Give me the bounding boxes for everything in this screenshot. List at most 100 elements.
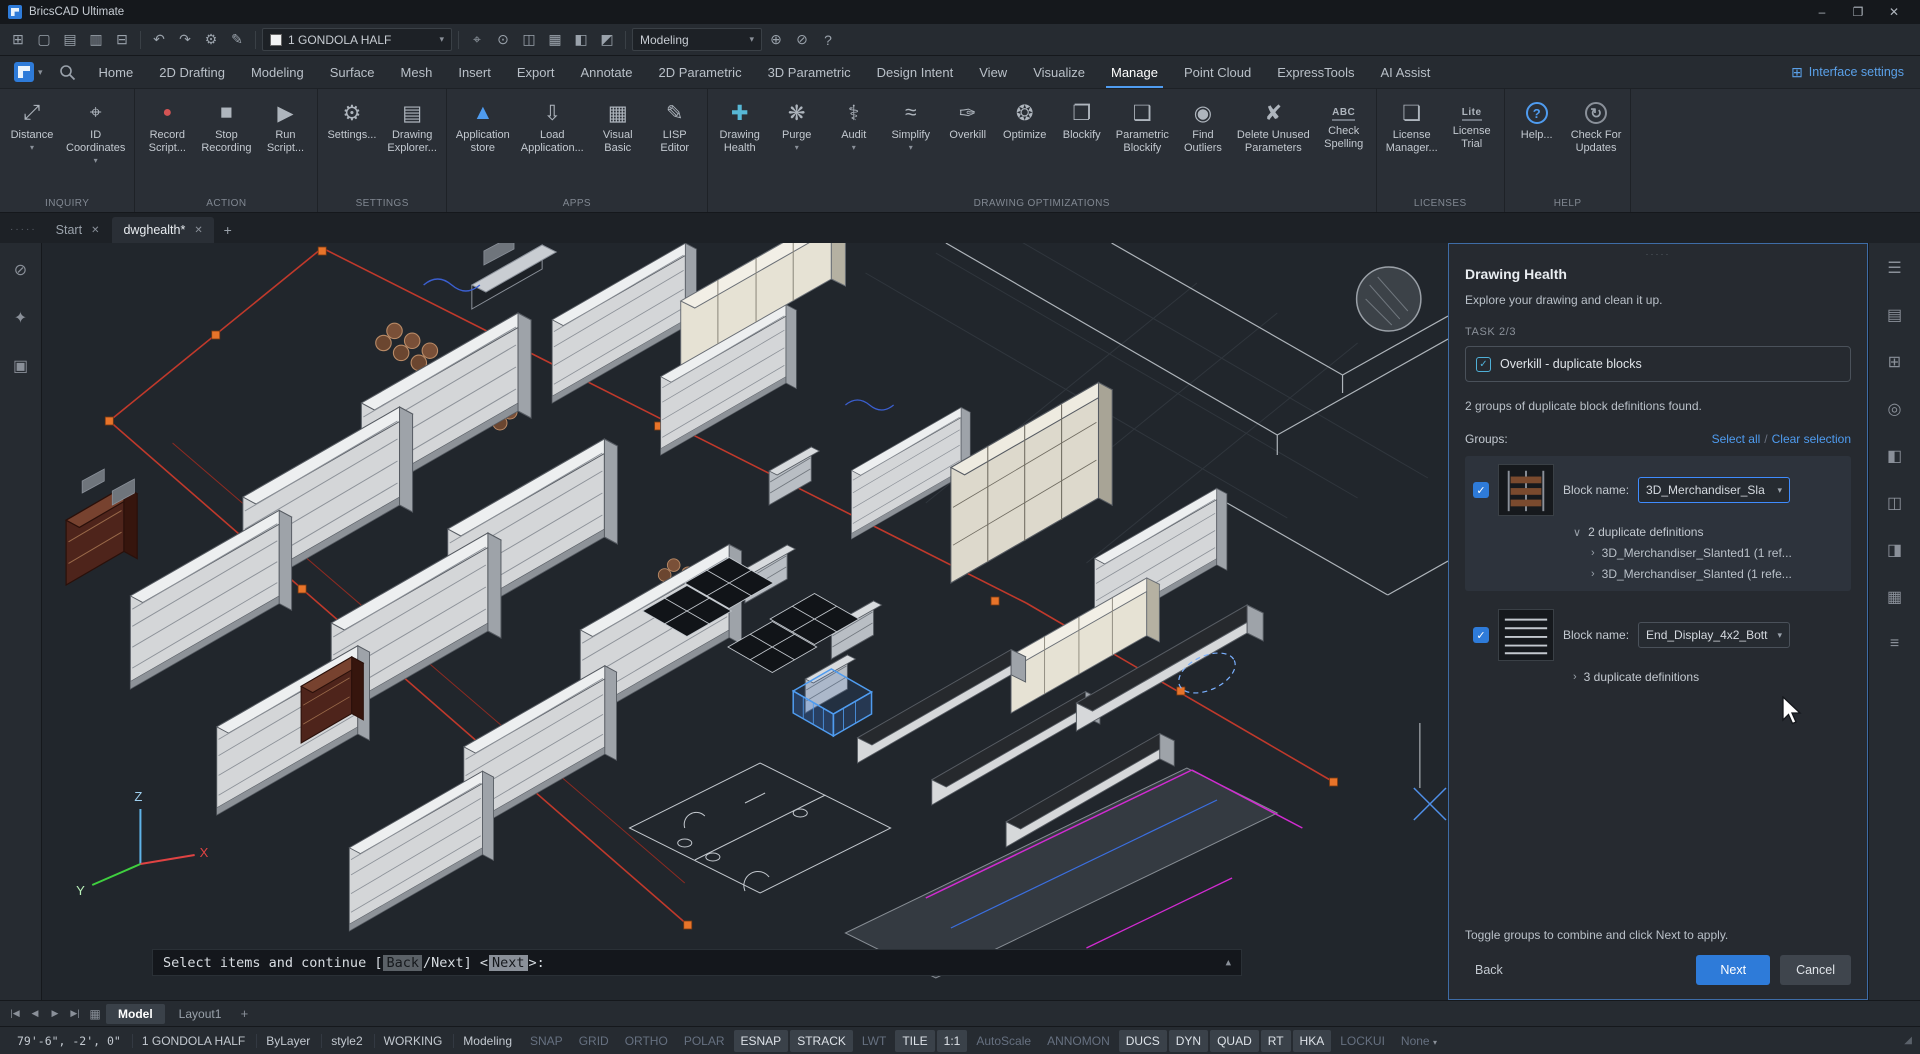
- tab-expresstools[interactable]: ExpressTools: [1264, 56, 1367, 88]
- tab-modeling[interactable]: Modeling: [238, 56, 317, 88]
- blockify-button[interactable]: ❐ Blockify: [1054, 93, 1110, 194]
- new-doc-tab-button[interactable]: +: [216, 217, 240, 243]
- panels-tune-icon[interactable]: ☰: [1882, 255, 1908, 281]
- last-layout-button[interactable]: ▶|: [66, 1004, 84, 1024]
- group-checkbox[interactable]: ✓: [1473, 627, 1489, 643]
- blocks-stack-icon[interactable]: ▣: [8, 353, 34, 379]
- render-panel-icon[interactable]: ◧: [1882, 443, 1908, 469]
- save-file-icon[interactable]: ▥: [84, 28, 108, 52]
- annotate-icon[interactable]: ✎: [225, 28, 249, 52]
- tab-3d-parametric[interactable]: 3D Parametric: [755, 56, 864, 88]
- entity-snap-icon[interactable]: ⊙: [491, 28, 515, 52]
- audit-button[interactable]: ⚕ Audit ▾: [826, 93, 882, 194]
- tags-panel-icon[interactable]: ◨: [1882, 537, 1908, 563]
- add-layout-button[interactable]: +: [235, 1004, 253, 1024]
- selection-modes-dropdown[interactable]: None ▾: [1394, 1030, 1444, 1052]
- tab-surface[interactable]: Surface: [317, 56, 388, 88]
- license-trial-button[interactable]: Lite License Trial: [1444, 93, 1500, 194]
- application-menu-button[interactable]: ▾: [8, 56, 49, 88]
- pan-icon[interactable]: ⊕: [764, 28, 788, 52]
- command-line[interactable]: Select items and continue [Back / Next] < N…: [152, 949, 1242, 976]
- restroom-outline[interactable]: [628, 762, 892, 894]
- toggle-polar[interactable]: POLAR: [677, 1030, 732, 1052]
- workspace-selector[interactable]: Modeling ▾: [632, 28, 762, 51]
- sheets-panel-icon[interactable]: ▦: [1882, 584, 1908, 610]
- help-icon[interactable]: ?: [816, 28, 840, 52]
- next-layout-button[interactable]: ▶: [46, 1004, 64, 1024]
- visibility-icon[interactable]: ⊘: [8, 257, 34, 283]
- record-script-button[interactable]: ● Record Script...: [139, 93, 195, 194]
- tabbar-drag-handle[interactable]: ·····: [4, 224, 43, 243]
- toggle-ortho[interactable]: ORTHO: [618, 1030, 675, 1052]
- tab-visualize[interactable]: Visualize: [1020, 56, 1098, 88]
- first-layout-button[interactable]: |◀: [6, 1004, 24, 1024]
- panel-drag-handle[interactable]: ·····: [1465, 250, 1851, 259]
- cancel-button[interactable]: Cancel: [1780, 955, 1851, 985]
- id-coordinates-button[interactable]: ⌖ ID Coordinates ▾: [61, 93, 130, 194]
- tab-home[interactable]: Home: [86, 56, 147, 88]
- purge-button[interactable]: ❋ Purge ▾: [769, 93, 825, 194]
- simplify-button[interactable]: ≈ Simplify ▾: [883, 93, 939, 194]
- toggle-tile[interactable]: TILE: [895, 1029, 935, 1052]
- toggle-dyn[interactable]: DYN: [1168, 1029, 1209, 1052]
- undo-icon[interactable]: ↶: [147, 28, 171, 52]
- distance-button[interactable]: ⤢ Distance ▾: [4, 93, 60, 194]
- command-keyword-back[interactable]: Back: [383, 954, 422, 971]
- interface-settings-button[interactable]: ⊞ Interface settings: [1783, 56, 1912, 88]
- duplicate-definition-item[interactable]: › 3D_Merchandiser_Slanted1 (1 ref...: [1591, 546, 1843, 560]
- dim-style-field[interactable]: WORKING: [373, 1033, 452, 1048]
- command-keyword-next[interactable]: Next: [489, 954, 528, 971]
- next-button[interactable]: Next: [1696, 955, 1771, 985]
- run-script-button[interactable]: ▶ Run Script...: [257, 93, 313, 194]
- overkill-button[interactable]: ✑ Overkill: [940, 93, 996, 194]
- doc-tab-start[interactable]: Start ✕: [45, 217, 111, 243]
- find-outliers-button[interactable]: ◉ Find Outliers: [1175, 93, 1231, 194]
- settings-button[interactable]: ⚙ Settings...: [322, 93, 381, 194]
- tab-2d-parametric[interactable]: 2D Parametric: [645, 56, 754, 88]
- layout-list-icon[interactable]: ▦: [86, 1004, 104, 1024]
- tab-2d-drafting[interactable]: 2D Drafting: [146, 56, 238, 88]
- close-button[interactable]: ✕: [1876, 0, 1912, 24]
- ucs-icon[interactable]: ◩: [595, 28, 619, 52]
- toggle-rt[interactable]: RT: [1260, 1029, 1291, 1052]
- current-layer-field[interactable]: 1 GONDOLA HALF: [131, 1033, 254, 1048]
- check-for-updates-button[interactable]: ↻ Check For Updates: [1566, 93, 1627, 194]
- views-icon[interactable]: ◫: [517, 28, 541, 52]
- tab-design-intent[interactable]: Design Intent: [864, 56, 967, 88]
- resize-grip-icon[interactable]: ◢: [1904, 1035, 1912, 1046]
- toggle-ducs[interactable]: DUCS: [1118, 1029, 1167, 1052]
- maximize-button[interactable]: ❐: [1840, 0, 1876, 24]
- dark-cooler[interactable]: [470, 243, 558, 310]
- drawing-explorer-button[interactable]: ▤ Drawing Explorer...: [382, 93, 442, 194]
- tab-point-cloud[interactable]: Point Cloud: [1171, 56, 1264, 88]
- license-manager-button[interactable]: ❏ License Manager...: [1381, 93, 1443, 194]
- color-field[interactable]: ByLayer: [256, 1033, 319, 1048]
- optimize-button[interactable]: ❂ Optimize: [997, 93, 1053, 194]
- drawing-health-button[interactable]: ✚ Drawing Health: [712, 93, 768, 194]
- model-viewport[interactable]: Z X Y Select items and continue [Back / Ne…: [42, 243, 1448, 1000]
- workspace-field[interactable]: Modeling: [453, 1033, 521, 1048]
- prev-layout-button[interactable]: ◀: [26, 1004, 44, 1024]
- check-spelling-button[interactable]: ABC Check Spelling: [1316, 93, 1372, 194]
- blocks-panel-icon[interactable]: ⊞: [1882, 349, 1908, 375]
- model-tab[interactable]: Model: [106, 1003, 165, 1024]
- tab-annotate[interactable]: Annotate: [567, 56, 645, 88]
- toggle-autoscale[interactable]: AutoScale: [969, 1030, 1038, 1052]
- sheets-icon[interactable]: ▦: [543, 28, 567, 52]
- toggle-grid[interactable]: GRID: [572, 1030, 616, 1052]
- duplicate-definitions-toggle[interactable]: › 3 duplicate definitions: [1573, 670, 1843, 684]
- clear-selection-link[interactable]: Clear selection: [1772, 432, 1851, 446]
- block-name-dropdown[interactable]: End_Display_4x2_Bott ▾: [1638, 622, 1791, 648]
- structure-panel-icon[interactable]: ≡: [1882, 631, 1908, 657]
- minimize-button[interactable]: –: [1804, 0, 1840, 24]
- tab-ai-assist[interactable]: AI Assist: [1368, 56, 1444, 88]
- load-application-button[interactable]: ⇩ Load Application...: [516, 93, 589, 194]
- group-checkbox[interactable]: ✓: [1473, 482, 1489, 498]
- parametric-blockify-button[interactable]: ❑ Parametric Blockify: [1111, 93, 1174, 194]
- orbit-icon[interactable]: ⊘: [790, 28, 814, 52]
- attachments-panel-icon[interactable]: ◎: [1882, 396, 1908, 422]
- display-panel-icon[interactable]: ◫: [1882, 490, 1908, 516]
- toggle-scale[interactable]: 1:1: [936, 1029, 968, 1052]
- block-name-dropdown[interactable]: 3D_Merchandiser_Sla ▾: [1638, 477, 1791, 503]
- command-expand-icon[interactable]: ▲: [1226, 958, 1231, 968]
